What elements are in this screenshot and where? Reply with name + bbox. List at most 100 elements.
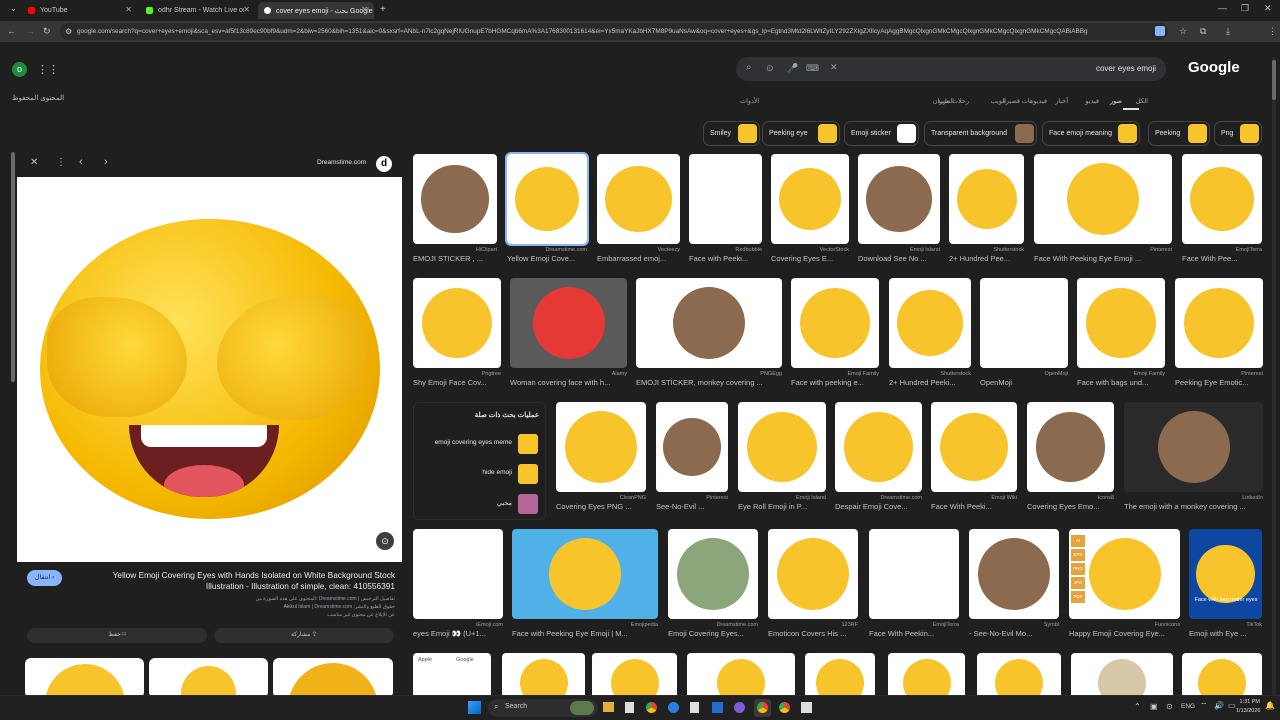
result-source[interactable]: Emojipedia bbox=[512, 622, 658, 628]
image-result[interactable] bbox=[858, 154, 940, 244]
clock[interactable]: 1:31 PM 1/13/2026 bbox=[1236, 698, 1260, 716]
filter-shorts[interactable]: فيديوهات قصيرة bbox=[1002, 97, 1047, 105]
image-result[interactable] bbox=[738, 402, 826, 492]
saved-content-link[interactable]: المحتوى المحفوظ bbox=[12, 94, 64, 102]
result-caption[interactable]: Emoji with Eye ... bbox=[1189, 629, 1262, 638]
image-result[interactable] bbox=[689, 154, 762, 244]
translate-icon[interactable] bbox=[1155, 26, 1165, 36]
related-thumb[interactable] bbox=[149, 658, 268, 695]
result-caption[interactable]: Peeking Eye Emotic... bbox=[1175, 378, 1263, 387]
keyboard-icon[interactable]: ⌨ bbox=[806, 63, 819, 74]
chip-transparent-background[interactable]: Transparent background bbox=[924, 121, 1037, 146]
image-result[interactable] bbox=[413, 529, 503, 619]
location-icon[interactable]: ⊙ bbox=[1166, 702, 1173, 711]
result-caption[interactable]: Despair Emoji Cove... bbox=[835, 502, 922, 511]
image-result[interactable] bbox=[1189, 529, 1262, 619]
battery-icon[interactable]: ▭ bbox=[1228, 701, 1236, 710]
result-caption[interactable]: - See-No-Evil Mo... bbox=[969, 629, 1059, 638]
result-source[interactable]: OpenMoji bbox=[980, 371, 1068, 377]
reload-icon[interactable]: ↻ bbox=[43, 26, 51, 37]
next-icon[interactable]: › bbox=[104, 156, 108, 168]
lens-icon[interactable]: ⊙ bbox=[766, 63, 774, 74]
download-icon[interactable]: ⤓ bbox=[1226, 26, 1230, 37]
image-result[interactable] bbox=[1175, 278, 1263, 368]
tab-youtube[interactable]: YouTube ✕ bbox=[22, 2, 138, 19]
image-result[interactable] bbox=[1182, 653, 1262, 695]
image-result[interactable] bbox=[505, 152, 589, 246]
image-result[interactable] bbox=[502, 653, 585, 695]
notification-icon[interactable]: 🔔 bbox=[1265, 701, 1275, 710]
file-icon[interactable] bbox=[690, 702, 699, 713]
result-source[interactable]: EmojiTerra bbox=[1182, 247, 1262, 253]
image-result[interactable] bbox=[931, 402, 1017, 492]
result-source[interactable]: 123RF bbox=[768, 622, 858, 628]
image-result[interactable] bbox=[1069, 529, 1180, 619]
filter-videos[interactable]: فيديو bbox=[1085, 97, 1099, 105]
image-result[interactable] bbox=[1071, 653, 1173, 695]
result-caption[interactable]: eyes Emoji 👀 (U+1... bbox=[413, 629, 503, 638]
image-result[interactable] bbox=[969, 529, 1059, 619]
result-caption[interactable]: The emoji with a monkey covering ... bbox=[1124, 502, 1263, 511]
page-scrollbar[interactable] bbox=[1272, 58, 1276, 695]
result-caption[interactable]: Covering Eyes Emo... bbox=[1027, 502, 1114, 511]
search-icon[interactable]: ⌕ bbox=[746, 62, 752, 73]
result-caption[interactable]: Face with bags und... bbox=[1077, 378, 1165, 387]
language-indicator[interactable]: ENG bbox=[1181, 703, 1195, 710]
extensions-icon[interactable]: ⧉ bbox=[1200, 26, 1206, 37]
result-source[interactable]: Emoji Island bbox=[858, 247, 940, 253]
result-caption[interactable]: 2+ Hundred Pee... bbox=[949, 254, 1024, 263]
chrome-icon[interactable] bbox=[646, 702, 657, 713]
scrollbar[interactable] bbox=[11, 152, 15, 382]
result-source[interactable]: Symbl bbox=[969, 622, 1059, 628]
chip-emoji-sticker[interactable]: Emoji sticker bbox=[844, 121, 919, 146]
chip-peeking[interactable]: Peeking bbox=[1148, 121, 1210, 146]
image-result[interactable] bbox=[1034, 154, 1172, 244]
image-result[interactable] bbox=[592, 653, 677, 695]
related-search-item[interactable]: hide emoji bbox=[418, 463, 542, 485]
image-result[interactable] bbox=[791, 278, 879, 368]
close-icon[interactable]: ✕ bbox=[361, 5, 368, 14]
result-caption[interactable]: Face with peeking e... bbox=[791, 378, 879, 387]
result-source[interactable]: LinkedIn bbox=[1124, 495, 1263, 501]
result-source[interactable]: Emoji Family bbox=[1077, 371, 1165, 377]
result-source[interactable]: Icons8 bbox=[1027, 495, 1114, 501]
image-result[interactable] bbox=[597, 154, 680, 244]
image-result[interactable] bbox=[556, 402, 646, 492]
close-window-icon[interactable]: ✕ bbox=[1264, 3, 1272, 14]
chip-peeking-eye[interactable]: Peeking eye bbox=[762, 121, 840, 146]
report-note[interactable]: عن الإبلاغ عن محتوى غير مناسب bbox=[77, 611, 395, 619]
image-title[interactable]: Yellow Emoji Covering Eyes with Hands Is… bbox=[85, 570, 395, 592]
image-result[interactable] bbox=[835, 402, 922, 492]
image-result[interactable] bbox=[687, 653, 795, 695]
result-source[interactable]: PNGEgg bbox=[636, 371, 782, 377]
image-result[interactable] bbox=[668, 529, 758, 619]
result-source[interactable]: Emoji Wiki bbox=[931, 495, 1017, 501]
close-icon[interactable]: ✕ bbox=[125, 5, 132, 14]
result-source[interactable]: Redbubble bbox=[689, 247, 762, 253]
result-caption[interactable]: Woman covering face with h... bbox=[510, 378, 627, 387]
related-thumb[interactable] bbox=[273, 658, 393, 695]
result-source[interactable]: Funnicons bbox=[1069, 622, 1180, 628]
related-search-item[interactable]: مخبي bbox=[418, 493, 542, 515]
result-source[interactable]: Emoji Island bbox=[738, 495, 826, 501]
result-source[interactable]: EmojiTerra bbox=[869, 622, 959, 628]
chip-face-emoji-meaning[interactable]: Face emoji meaning bbox=[1042, 121, 1140, 146]
back-icon[interactable]: ← bbox=[7, 26, 16, 36]
image-result[interactable] bbox=[1124, 402, 1263, 492]
result-caption[interactable]: Face with Peeking Eye Emoji | M... bbox=[512, 629, 658, 638]
filter-all[interactable]: الكل bbox=[1136, 97, 1148, 105]
result-caption[interactable]: Covering Eyes E... bbox=[771, 254, 849, 263]
result-caption[interactable]: Yellow Emoji Cove... bbox=[507, 254, 587, 263]
image-result[interactable] bbox=[636, 278, 782, 368]
result-caption[interactable]: Face With Peekin... bbox=[869, 629, 959, 638]
image-result[interactable] bbox=[888, 653, 965, 695]
menu-icon[interactable]: ⋮ bbox=[1268, 26, 1277, 37]
clear-icon[interactable]: ✕ bbox=[830, 62, 838, 73]
image-result[interactable] bbox=[980, 278, 1068, 368]
tools-button[interactable]: الأدوات bbox=[740, 97, 759, 105]
related-thumb[interactable] bbox=[25, 658, 144, 695]
result-source[interactable]: iEmoji.com bbox=[413, 622, 503, 628]
file-explorer-icon[interactable] bbox=[603, 702, 614, 712]
taskbar-search[interactable]: ⌕ Search bbox=[488, 699, 598, 717]
result-source[interactable]: Pngtree bbox=[413, 371, 501, 377]
